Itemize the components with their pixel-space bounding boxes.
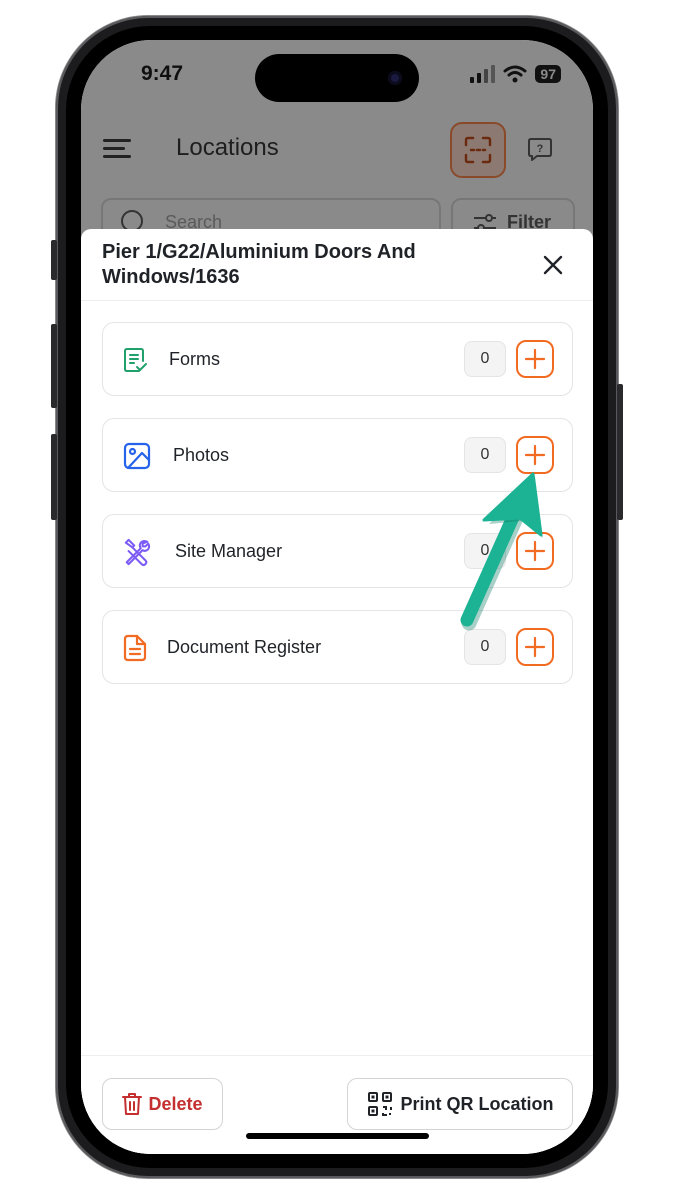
status-time: 9:47	[141, 62, 184, 85]
plus-icon	[524, 540, 546, 562]
count-badge: 0	[464, 629, 506, 665]
list-item-document-register[interactable]: Document Register 0	[102, 610, 573, 684]
print-qr-label: Print QR Location	[400, 1093, 554, 1114]
count-badge: 0	[464, 533, 506, 569]
plus-icon	[524, 348, 546, 370]
list-item-photos[interactable]: Photos 0	[102, 418, 573, 492]
status-bar: 9:47 97	[81, 40, 593, 110]
list-item-forms[interactable]: Forms 0	[102, 322, 573, 396]
hamburger-menu-icon[interactable]	[103, 138, 131, 160]
image-icon	[123, 442, 151, 470]
home-indicator	[246, 1133, 429, 1139]
list-item-label: Photos	[173, 445, 230, 465]
delete-label: Delete	[148, 1093, 203, 1114]
list-item-label: Forms	[169, 349, 220, 369]
close-button[interactable]	[537, 249, 569, 281]
battery-indicator: 97	[535, 65, 561, 83]
plus-icon	[524, 444, 546, 466]
delete-button[interactable]: Delete	[102, 1078, 223, 1130]
document-icon	[121, 634, 149, 662]
print-qr-location-button[interactable]: Print QR Location	[347, 1078, 573, 1130]
scan-icon	[464, 136, 492, 164]
sheet-title: Pier 1/G22/Aluminium Doors And Windows/1…	[102, 241, 416, 288]
tools-icon	[123, 538, 151, 567]
volume-up-button	[51, 324, 57, 408]
silent-switch	[51, 240, 57, 280]
location-bottom-sheet: Pier 1/G22/Aluminium Doors And Windows/1…	[81, 229, 593, 1154]
volume-down-button	[51, 434, 57, 520]
list-item-label: Site Manager	[175, 541, 283, 561]
add-document-button[interactable]	[516, 628, 554, 666]
close-icon	[543, 255, 563, 275]
count-badge: 0	[464, 437, 506, 473]
add-form-button[interactable]	[516, 340, 554, 378]
wifi-icon	[503, 65, 527, 83]
list-item-label: Document Register	[167, 637, 322, 657]
scan-qr-button[interactable]	[450, 122, 506, 178]
cellular-signal-icon	[470, 65, 496, 83]
phone-screen: 9:47 97 Locations ? Search Filter Pier 1…	[81, 40, 593, 1154]
add-photo-button[interactable]	[516, 436, 554, 474]
form-check-icon	[121, 346, 149, 374]
page-title: Locations	[176, 134, 279, 161]
sheet-header: Pier 1/G22/Aluminium Doors And Windows/1…	[81, 229, 593, 301]
help-icon[interactable]: ?	[527, 136, 553, 162]
power-button	[617, 384, 623, 520]
count-badge: 0	[464, 341, 506, 377]
status-icons: 97	[469, 65, 561, 83]
front-camera	[388, 71, 402, 85]
dynamic-island	[255, 54, 419, 102]
list-item-site-manager[interactable]: Site Manager 0	[102, 514, 573, 588]
plus-icon	[524, 636, 546, 658]
add-site-manager-button[interactable]	[516, 532, 554, 570]
qr-code-icon	[367, 1092, 392, 1116]
trash-icon	[122, 1093, 143, 1115]
sheet-footer: Delete Print QR Location	[81, 1055, 593, 1154]
svg-text:?: ?	[537, 143, 544, 155]
